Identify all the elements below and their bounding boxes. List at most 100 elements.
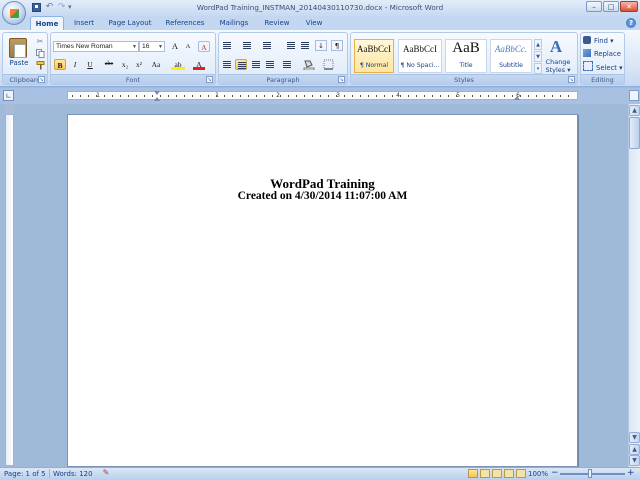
replace-button[interactable]: Replace bbox=[583, 48, 623, 60]
left-indent-marker[interactable] bbox=[154, 97, 160, 101]
zoom-level[interactable]: 100% bbox=[528, 469, 548, 479]
numbering-button[interactable] bbox=[241, 40, 253, 51]
increase-indent-button[interactable] bbox=[299, 40, 311, 51]
view-ruler-icon[interactable] bbox=[629, 90, 639, 101]
ruler-tick bbox=[152, 95, 153, 97]
align-right-button[interactable] bbox=[250, 59, 262, 70]
font-dialog-launcher[interactable]: ↘ bbox=[206, 76, 213, 83]
office-button[interactable] bbox=[2, 1, 26, 25]
underline-button[interactable]: U bbox=[84, 59, 96, 70]
tab-view[interactable]: View bbox=[300, 16, 328, 30]
tab-review[interactable]: Review bbox=[261, 16, 293, 30]
close-button[interactable]: ✕ bbox=[620, 1, 638, 12]
cut-icon[interactable]: ✂ bbox=[35, 37, 45, 46]
paste-icon[interactable] bbox=[9, 38, 27, 58]
align-left-button[interactable] bbox=[221, 59, 233, 70]
format-painter-icon[interactable] bbox=[35, 61, 45, 70]
italic-button[interactable]: I bbox=[69, 59, 81, 70]
word-count[interactable]: Words: 120 bbox=[53, 469, 93, 479]
scroll-down-button[interactable]: ▼ bbox=[629, 432, 640, 443]
tab-insert[interactable]: Insert bbox=[70, 16, 98, 30]
find-button[interactable]: Find ▾ bbox=[583, 35, 623, 47]
highlight-button[interactable]: ab bbox=[171, 59, 185, 70]
ruler-tick bbox=[560, 95, 561, 97]
select-button[interactable]: Select ▾ bbox=[583, 61, 623, 73]
tab-page-layout[interactable]: Page Layout bbox=[104, 16, 156, 30]
change-styles-button[interactable]: Change Styles ▾ bbox=[541, 58, 575, 74]
style-subtitle[interactable]: AaBbCc. Subtitle bbox=[490, 39, 532, 73]
full-screen-view-button[interactable] bbox=[480, 469, 490, 478]
styles-dialog-launcher[interactable]: ↘ bbox=[568, 76, 575, 83]
superscript-button[interactable]: x² bbox=[133, 59, 145, 70]
draft-view-button[interactable] bbox=[516, 469, 526, 478]
tab-selector-button[interactable]: ∟ bbox=[3, 90, 14, 101]
font-name-combo[interactable]: Times New Roman ▼ bbox=[53, 41, 139, 52]
align-center-button[interactable] bbox=[235, 59, 247, 70]
paste-button[interactable]: Paste bbox=[6, 59, 32, 67]
save-icon[interactable] bbox=[32, 3, 41, 12]
next-page-button[interactable]: ▼ bbox=[629, 455, 640, 466]
ruler-tick bbox=[528, 95, 529, 97]
shading-icon[interactable] bbox=[303, 59, 315, 71]
tab-mailings[interactable]: Mailings bbox=[214, 16, 254, 30]
shrink-font-button[interactable]: A bbox=[182, 41, 194, 52]
font-group-label: Font bbox=[51, 74, 215, 84]
minimize-button[interactable]: – bbox=[586, 1, 602, 12]
customize-toolbar-icon[interactable]: ▾ bbox=[68, 3, 77, 12]
ruler-tick bbox=[552, 95, 553, 97]
clipboard-dialog-launcher[interactable]: ↘ bbox=[38, 76, 45, 83]
ruler-tick bbox=[72, 95, 73, 97]
page-count[interactable]: Page: 1 of 5 bbox=[4, 469, 46, 479]
line-spacing-button[interactable] bbox=[281, 59, 293, 70]
web-layout-view-button[interactable] bbox=[492, 469, 502, 478]
paragraph-dialog-launcher[interactable]: ↘ bbox=[338, 76, 345, 83]
tab-references[interactable]: References bbox=[162, 16, 208, 30]
ruler-tick bbox=[312, 95, 313, 97]
gallery-scroll-up[interactable]: ▲ bbox=[534, 39, 542, 50]
font-color-button[interactable]: A bbox=[193, 59, 205, 70]
ruler-tick bbox=[448, 95, 449, 97]
decrease-indent-button[interactable] bbox=[285, 40, 297, 51]
change-case-button[interactable]: Aa bbox=[149, 59, 163, 70]
sort-button[interactable]: ↓ bbox=[315, 40, 327, 51]
subscript-button[interactable]: x₂ bbox=[119, 59, 131, 70]
chevron-down-icon: ▼ bbox=[132, 44, 137, 50]
zoom-slider-thumb[interactable] bbox=[588, 469, 592, 478]
scroll-up-button[interactable]: ▲ bbox=[629, 105, 640, 116]
print-layout-view-button[interactable] bbox=[468, 469, 478, 478]
show-marks-button[interactable]: ¶ bbox=[331, 40, 343, 51]
zoom-out-button[interactable]: − bbox=[551, 468, 559, 478]
bold-button[interactable]: B bbox=[54, 59, 66, 70]
font-group: Times New Roman ▼ 16 ▼ A A A B I U abc x₂ … bbox=[50, 32, 216, 85]
multilevel-list-button[interactable] bbox=[261, 40, 273, 51]
zoom-in-button[interactable]: + bbox=[627, 468, 635, 478]
tab-home[interactable]: Home bbox=[30, 16, 64, 30]
document-subheading[interactable]: Created on 4/30/2014 11:07:00 AM bbox=[68, 190, 577, 202]
previous-page-button[interactable]: ▲ bbox=[629, 444, 640, 455]
borders-icon[interactable] bbox=[323, 59, 335, 70]
style-title[interactable]: AaB Title bbox=[445, 39, 487, 73]
style-sample: AaBbCcI bbox=[403, 44, 437, 54]
copy-icon[interactable] bbox=[35, 49, 45, 58]
style-normal[interactable]: AaBbCcI ¶ Normal bbox=[354, 39, 394, 73]
maximize-button[interactable]: □ bbox=[603, 1, 619, 12]
justify-button[interactable] bbox=[264, 59, 276, 70]
outline-view-button[interactable] bbox=[504, 469, 514, 478]
clear-formatting-button[interactable]: A bbox=[198, 41, 210, 52]
scroll-thumb[interactable] bbox=[629, 117, 640, 149]
proofing-icon[interactable]: ✎ bbox=[101, 468, 111, 478]
redo-icon[interactable]: ↷ bbox=[57, 3, 66, 12]
horizontal-ruler[interactable]: 1 1 2 3 4 5 6 bbox=[67, 91, 578, 101]
vertical-ruler[interactable] bbox=[5, 114, 14, 466]
zoom-slider[interactable] bbox=[560, 473, 625, 475]
style-no-spacing[interactable]: AaBbCcI ¶ No Spaci... bbox=[398, 39, 442, 73]
document-page[interactable]: WordPad Training Created on 4/30/2014 11… bbox=[67, 114, 578, 467]
vertical-scrollbar[interactable] bbox=[628, 104, 640, 467]
bullets-button[interactable] bbox=[221, 40, 233, 51]
change-styles-icon[interactable]: A bbox=[546, 38, 566, 56]
undo-icon[interactable]: ↶ bbox=[45, 3, 54, 12]
font-size-combo[interactable]: 16 ▼ bbox=[139, 41, 165, 52]
help-icon[interactable]: ? bbox=[626, 18, 636, 28]
grow-font-button[interactable]: A bbox=[169, 41, 181, 52]
strikethrough-button[interactable]: abc bbox=[101, 59, 117, 70]
